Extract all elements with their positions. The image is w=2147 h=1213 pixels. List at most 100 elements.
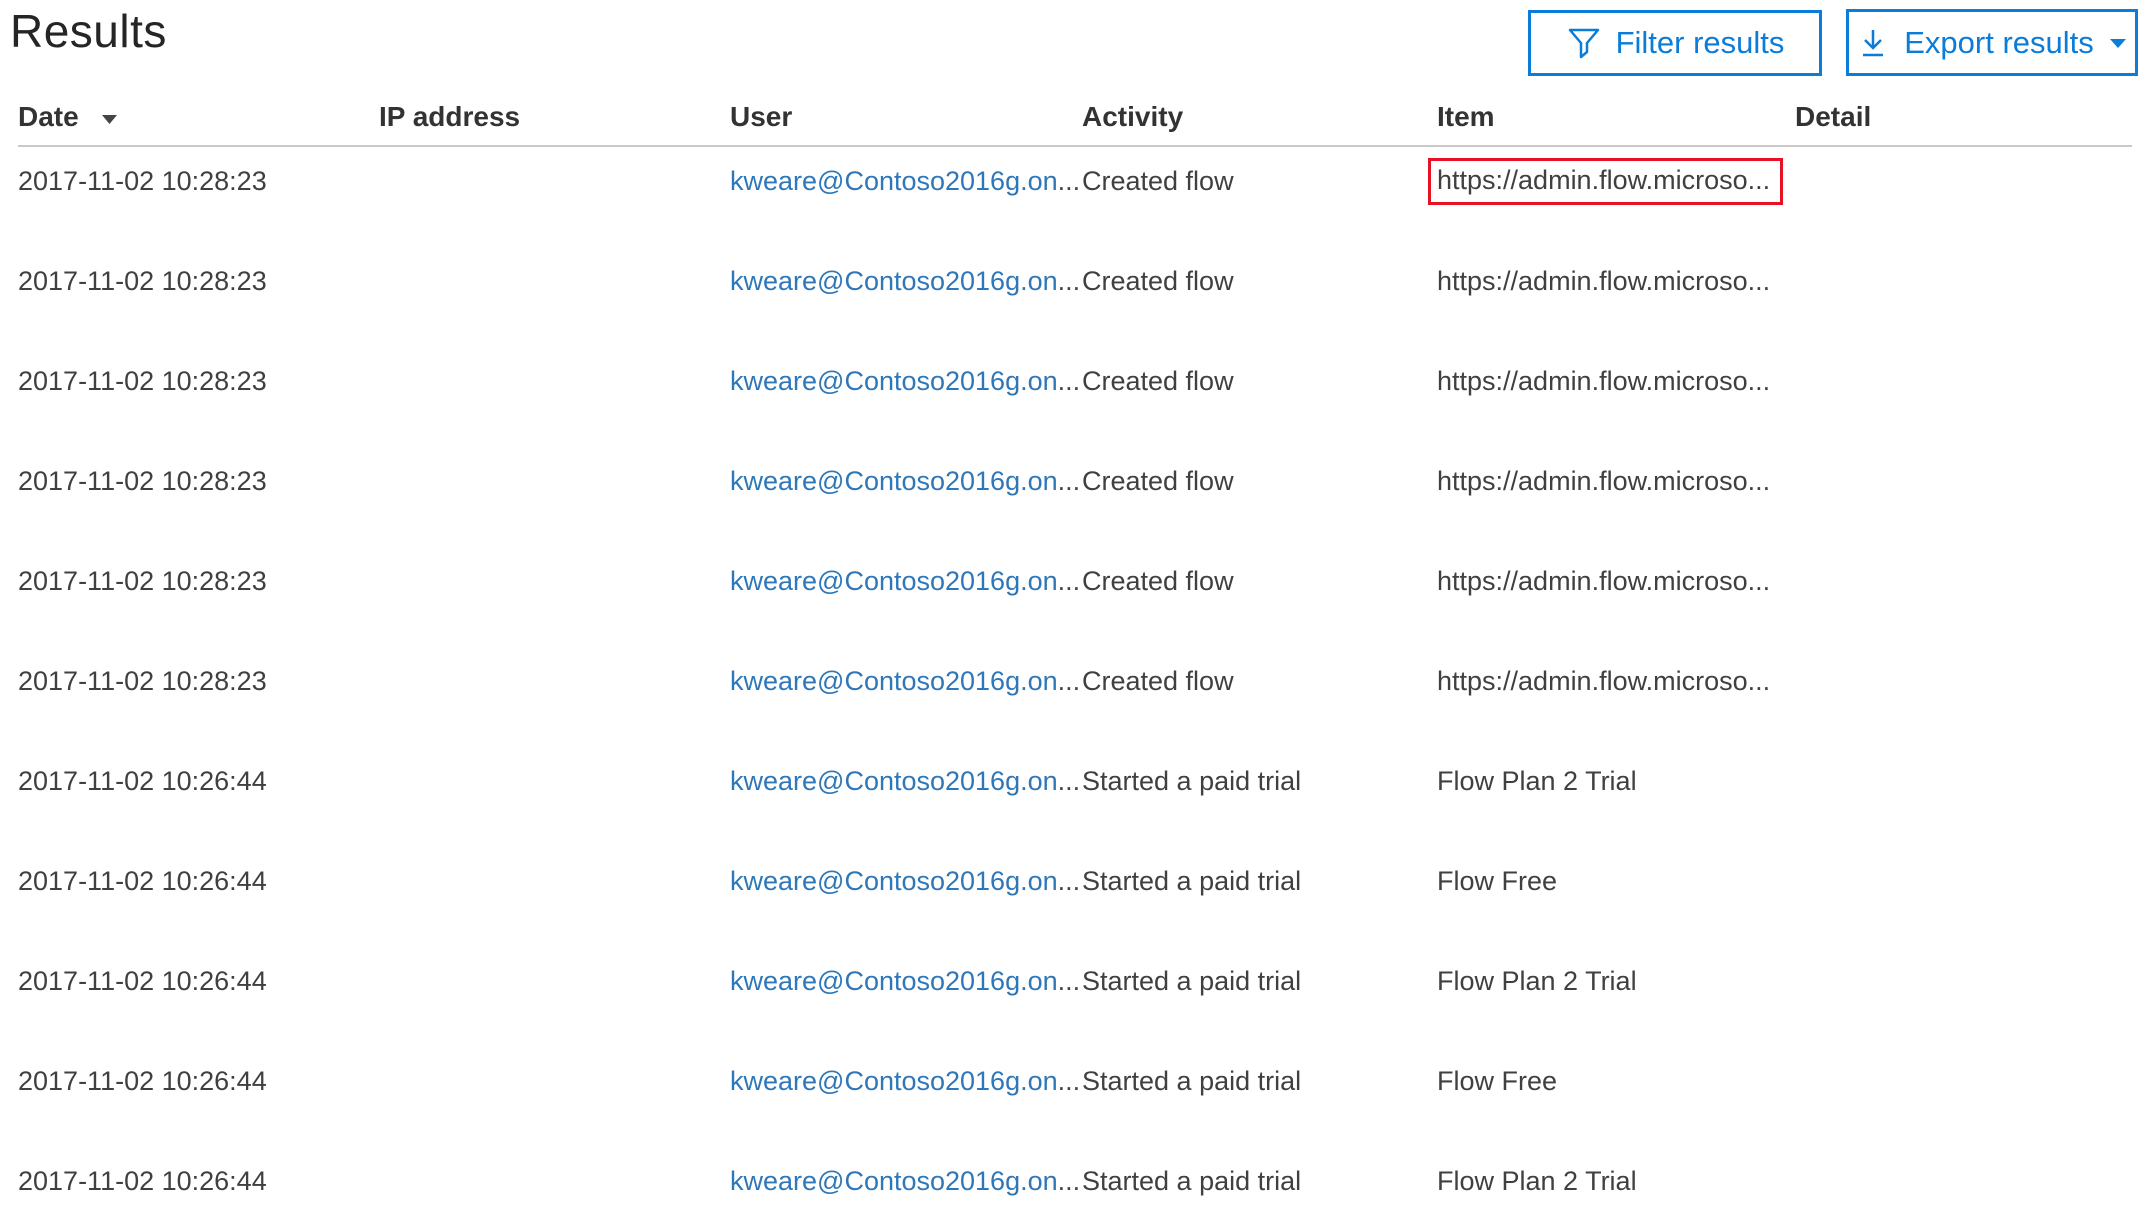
user-link-ellipsis: ... (1058, 666, 1081, 696)
item-value: Flow Plan 2 Trial (1437, 765, 1637, 797)
user-link[interactable]: kweare@Contoso2016g.on (730, 566, 1058, 596)
cell-user: kweare@Contoso2016g.on... (730, 1166, 1082, 1197)
user-link-ellipsis: ... (1058, 366, 1081, 396)
cell-user: kweare@Contoso2016g.on... (730, 566, 1082, 597)
column-header-item: Item (1437, 102, 1795, 132)
user-link[interactable]: kweare@Contoso2016g.on (730, 466, 1058, 496)
cell-item: Flow Free (1437, 865, 1795, 897)
download-icon (1856, 26, 1890, 60)
user-link[interactable]: kweare@Contoso2016g.on (730, 366, 1058, 396)
item-value: https://admin.flow.microso... (1437, 665, 1770, 697)
cell-date: 2017-11-02 10:28:23 (18, 666, 379, 697)
cell-date: 2017-11-02 10:26:44 (18, 966, 379, 997)
cell-activity: Started a paid trial (1082, 1166, 1437, 1197)
user-link-ellipsis: ... (1058, 566, 1081, 596)
item-value: https://admin.flow.microso... (1437, 265, 1770, 297)
cell-user: kweare@Contoso2016g.on... (730, 266, 1082, 297)
cell-user: kweare@Contoso2016g.on... (730, 366, 1082, 397)
table-row[interactable]: 2017-11-02 10:28:23 kweare@Contoso2016g.… (18, 631, 2132, 731)
user-link-ellipsis: ... (1058, 266, 1081, 296)
cell-activity: Started a paid trial (1082, 866, 1437, 897)
cell-item: https://admin.flow.microso... (1437, 365, 1795, 397)
column-header-date[interactable]: Date (18, 102, 379, 132)
table-row[interactable]: 2017-11-02 10:26:44 kweare@Contoso2016g.… (18, 1131, 2132, 1213)
cell-date: 2017-11-02 10:26:44 (18, 1166, 379, 1197)
user-link-ellipsis: ... (1058, 866, 1081, 896)
cell-activity: Created flow (1082, 166, 1437, 197)
user-link[interactable]: kweare@Contoso2016g.on (730, 866, 1058, 896)
cell-user: kweare@Contoso2016g.on... (730, 166, 1082, 197)
user-link[interactable]: kweare@Contoso2016g.on (730, 966, 1058, 996)
column-header-activity: Activity (1082, 102, 1437, 132)
cell-item: Flow Free (1437, 1065, 1795, 1097)
table-row[interactable]: 2017-11-02 10:28:23 kweare@Contoso2016g.… (18, 431, 2132, 531)
item-value: https://admin.flow.microso... (1437, 465, 1770, 497)
page-title: Results (10, 4, 167, 58)
cell-activity: Created flow (1082, 466, 1437, 497)
item-value: Flow Free (1437, 1065, 1557, 1097)
user-link-ellipsis: ... (1058, 466, 1081, 496)
cell-date: 2017-11-02 10:28:23 (18, 266, 379, 297)
table-row[interactable]: 2017-11-02 10:26:44 kweare@Contoso2016g.… (18, 931, 2132, 1031)
user-link[interactable]: kweare@Contoso2016g.on (730, 1166, 1058, 1196)
cell-user: kweare@Contoso2016g.on... (730, 766, 1082, 797)
audit-results-page: Results Filter results Export results Da… (0, 0, 2147, 1213)
table-row[interactable]: 2017-11-02 10:28:23 kweare@Contoso2016g.… (18, 231, 2132, 331)
sort-descending-icon (101, 114, 118, 125)
cell-user: kweare@Contoso2016g.on... (730, 666, 1082, 697)
cell-date: 2017-11-02 10:26:44 (18, 866, 379, 897)
table-row[interactable]: 2017-11-02 10:28:23 kweare@Contoso2016g.… (18, 531, 2132, 631)
column-header-date-label: Date (18, 102, 79, 132)
user-link[interactable]: kweare@Contoso2016g.on (730, 1066, 1058, 1096)
cell-user: kweare@Contoso2016g.on... (730, 866, 1082, 897)
filter-results-button[interactable]: Filter results (1528, 10, 1822, 76)
table-body: 2017-11-02 10:28:23 kweare@Contoso2016g.… (18, 131, 2132, 1213)
table-row[interactable]: 2017-11-02 10:26:44 kweare@Contoso2016g.… (18, 1031, 2132, 1131)
user-link-ellipsis: ... (1058, 766, 1081, 796)
cell-item: https://admin.flow.microso... (1437, 465, 1795, 497)
cell-item: https://admin.flow.microso... (1437, 265, 1795, 297)
user-link[interactable]: kweare@Contoso2016g.on (730, 266, 1058, 296)
user-link-ellipsis: ... (1058, 1066, 1081, 1096)
cell-item: Flow Plan 2 Trial (1437, 1165, 1795, 1197)
user-link-ellipsis: ... (1058, 966, 1081, 996)
item-value: https://admin.flow.microso... (1428, 158, 1783, 205)
column-header-ip-address: IP address (379, 102, 730, 132)
item-value: Flow Plan 2 Trial (1437, 1165, 1637, 1197)
export-results-label: Export results (1904, 25, 2094, 61)
cell-date: 2017-11-02 10:28:23 (18, 466, 379, 497)
table-row[interactable]: 2017-11-02 10:26:44 kweare@Contoso2016g.… (18, 831, 2132, 931)
user-link-ellipsis: ... (1058, 166, 1081, 196)
cell-item: https://admin.flow.microso... (1437, 565, 1795, 597)
cell-item: https://admin.flow.microso... (1437, 158, 1795, 205)
table-row[interactable]: 2017-11-02 10:28:23 kweare@Contoso2016g.… (18, 131, 2132, 231)
item-value: https://admin.flow.microso... (1437, 365, 1770, 397)
item-value: Flow Free (1437, 865, 1557, 897)
cell-activity: Started a paid trial (1082, 1066, 1437, 1097)
item-value: Flow Plan 2 Trial (1437, 965, 1637, 997)
user-link[interactable]: kweare@Contoso2016g.on (730, 166, 1058, 196)
user-link[interactable]: kweare@Contoso2016g.on (730, 666, 1058, 696)
cell-activity: Started a paid trial (1082, 966, 1437, 997)
export-results-button[interactable]: Export results (1846, 9, 2138, 76)
cell-activity: Created flow (1082, 366, 1437, 397)
cell-date: 2017-11-02 10:28:23 (18, 566, 379, 597)
cell-item: Flow Plan 2 Trial (1437, 765, 1795, 797)
cell-user: kweare@Contoso2016g.on... (730, 466, 1082, 497)
item-value: https://admin.flow.microso... (1437, 565, 1770, 597)
cell-activity: Started a paid trial (1082, 766, 1437, 797)
cell-date: 2017-11-02 10:26:44 (18, 1066, 379, 1097)
user-link[interactable]: kweare@Contoso2016g.on (730, 766, 1058, 796)
cell-date: 2017-11-02 10:28:23 (18, 366, 379, 397)
cell-activity: Created flow (1082, 566, 1437, 597)
table-row[interactable]: 2017-11-02 10:26:44 kweare@Contoso2016g.… (18, 731, 2132, 831)
cell-user: kweare@Contoso2016g.on... (730, 1066, 1082, 1097)
cell-item: https://admin.flow.microso... (1437, 665, 1795, 697)
table-row[interactable]: 2017-11-02 10:28:23 kweare@Contoso2016g.… (18, 331, 2132, 431)
user-link-ellipsis: ... (1058, 1166, 1081, 1196)
column-header-user: User (730, 102, 1082, 132)
cell-activity: Created flow (1082, 266, 1437, 297)
cell-item: Flow Plan 2 Trial (1437, 965, 1795, 997)
cell-date: 2017-11-02 10:26:44 (18, 766, 379, 797)
cell-activity: Created flow (1082, 666, 1437, 697)
